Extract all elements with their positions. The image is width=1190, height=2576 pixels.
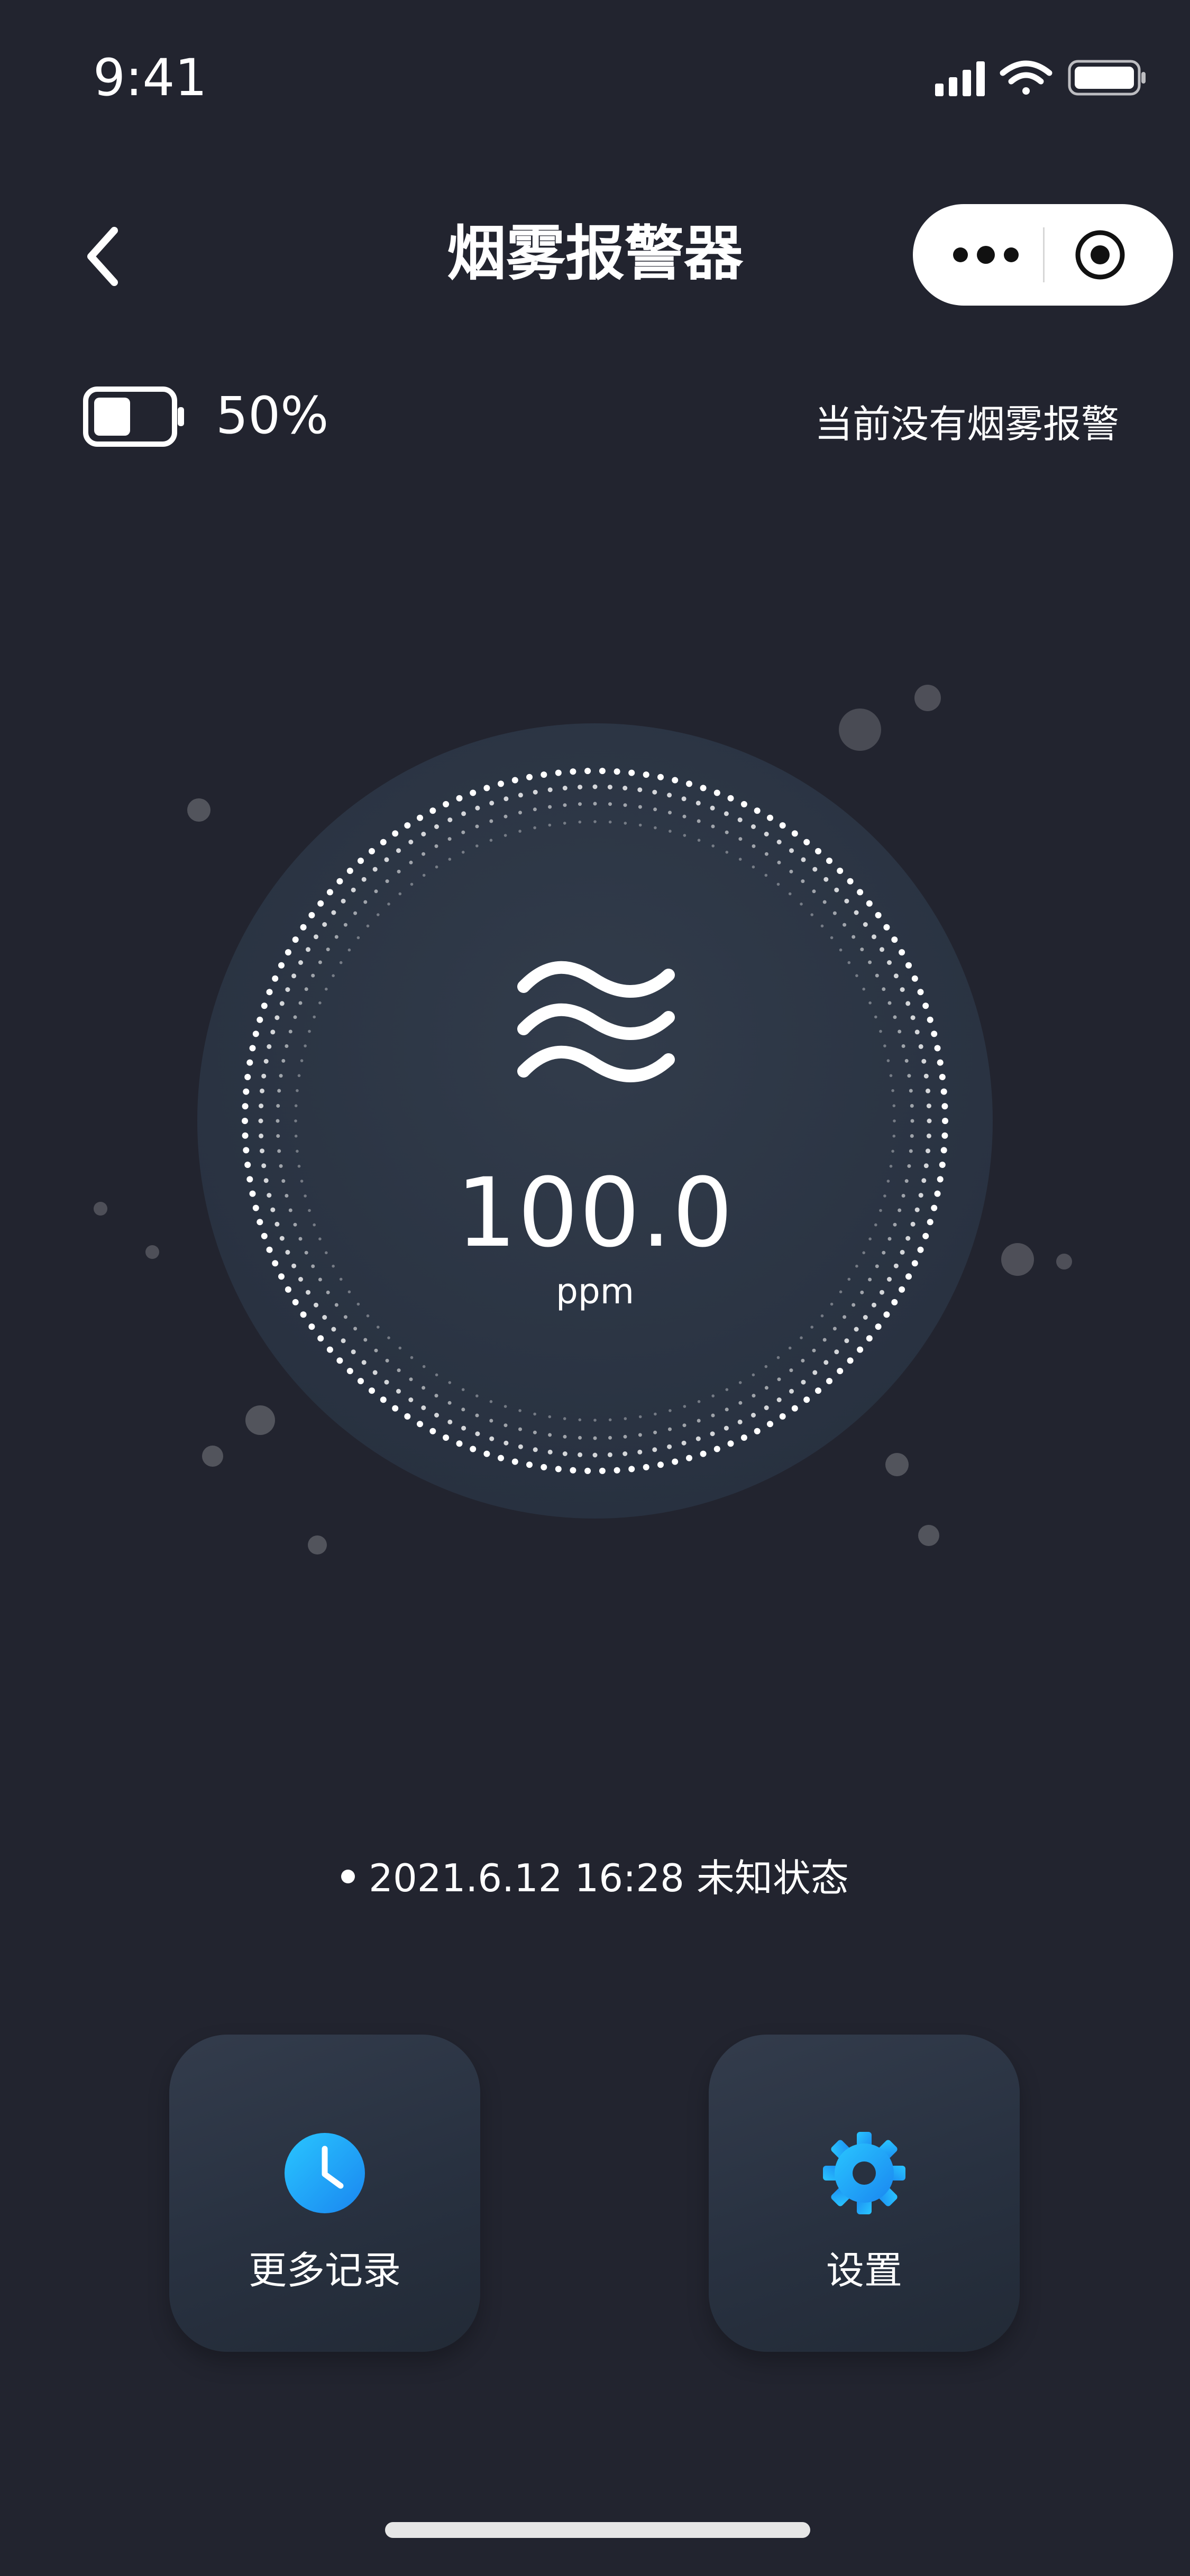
more-dots-icon[interactable] xyxy=(950,234,1022,276)
device-battery-icon xyxy=(1068,60,1146,96)
settings-button[interactable]: 设置 xyxy=(709,2035,1020,2352)
smoke-gauge xyxy=(0,656,1190,1607)
more-records-button[interactable]: 更多记录 xyxy=(169,2035,480,2352)
status-dot xyxy=(341,1870,355,1884)
mini-program-capsule xyxy=(913,204,1173,306)
gauge-disc xyxy=(197,723,993,1519)
last-update-datetime: 2021.6.12 16:28 xyxy=(369,1856,684,1900)
last-update-line: 2021.6.12 16:28 未知状态 xyxy=(0,1852,1190,1905)
capsule-divider xyxy=(1043,227,1045,282)
more-records-label: 更多记录 xyxy=(248,2248,401,2293)
settings-label: 设置 xyxy=(826,2248,902,2293)
smoke-reading-value: 100.0 xyxy=(456,1158,734,1268)
status-bar-icons xyxy=(935,57,1147,99)
signal-icon xyxy=(935,61,985,96)
clock-icon xyxy=(282,2131,367,2215)
battery-level-text: 50% xyxy=(216,386,329,445)
alarm-status-text: 当前没有烟雾报警 xyxy=(814,402,1119,446)
battery-icon xyxy=(83,386,186,447)
smoke-reading-unit: ppm xyxy=(555,1271,635,1312)
status-bar-time: 9:41 xyxy=(93,48,207,107)
wifi-icon xyxy=(1000,60,1052,95)
target-circle-icon[interactable] xyxy=(1074,228,1127,281)
gear-icon xyxy=(822,2131,907,2215)
last-update-state: 未知状态 xyxy=(696,1856,849,1900)
home-indicator[interactable] xyxy=(385,2522,810,2538)
